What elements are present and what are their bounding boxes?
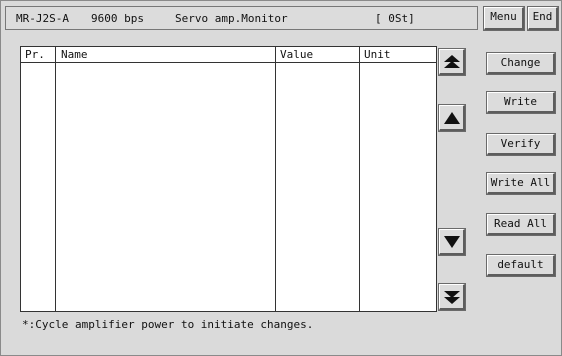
model-label: MR-J2S-A [16,12,69,25]
column-divider [359,47,360,311]
verify-button[interactable]: Verify [486,133,556,156]
up-arrow-icon [444,112,460,124]
page-down-button[interactable] [438,283,466,311]
page-up-button[interactable] [438,48,466,76]
table-header-divider [21,62,436,63]
double-down-arrow-icon [444,291,460,304]
change-button[interactable]: Change [486,52,556,75]
parameter-table: Pr. Name Value Unit [20,46,437,312]
app-window: MR-J2S-A 9600 bps Servo amp.Monitor [ 0S… [0,0,562,356]
baud-rate-label: 9600 bps [91,12,144,25]
read-all-button[interactable]: Read All [486,213,556,236]
write-button[interactable]: Write [486,91,556,114]
line-up-button[interactable] [438,104,466,132]
column-divider [275,47,276,311]
column-divider [55,47,56,311]
column-header-pr: Pr. [25,48,45,61]
column-header-name: Name [61,48,88,61]
mode-label: Servo amp.Monitor [175,12,288,25]
write-all-button[interactable]: Write All [486,172,556,195]
end-button[interactable]: End [527,6,559,31]
footer-note: *:Cycle amplifier power to initiate chan… [22,318,314,331]
default-button[interactable]: default [486,254,556,277]
column-header-value: Value [280,48,314,61]
line-down-button[interactable] [438,228,466,256]
menu-button[interactable]: Menu [483,6,525,31]
station-status-label: [ 0St] [375,12,415,25]
double-up-arrow-icon [444,55,460,68]
down-arrow-icon [444,236,460,248]
column-header-unit: Unit [364,48,391,61]
status-bar: MR-J2S-A 9600 bps Servo amp.Monitor [ 0S… [5,6,478,30]
